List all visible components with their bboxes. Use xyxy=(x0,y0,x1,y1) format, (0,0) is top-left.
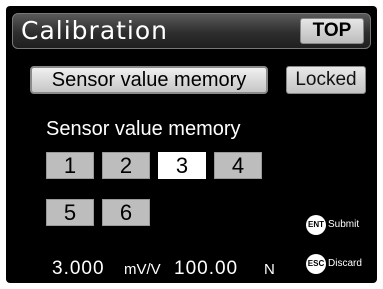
memory-slot-3[interactable]: 3 xyxy=(158,152,206,179)
force-value: 100.00 xyxy=(174,258,239,279)
memory-slot-2[interactable]: 2 xyxy=(102,152,150,179)
memory-slot-1[interactable]: 1 xyxy=(46,152,94,179)
memory-slot-4[interactable]: 4 xyxy=(214,152,262,179)
sensor-value-memory-button[interactable]: Sensor value memory xyxy=(30,66,268,94)
top-button[interactable]: TOP xyxy=(300,18,364,44)
page-title: Calibration xyxy=(21,16,169,45)
esc-key-icon[interactable]: ESC xyxy=(306,254,326,274)
submit-label: Submit xyxy=(328,219,360,230)
force-unit: N xyxy=(264,261,275,278)
memory-section-label: Sensor value memory xyxy=(46,118,241,140)
lock-status: Locked xyxy=(286,66,366,94)
title-bar: Calibration TOP xyxy=(12,13,371,49)
memory-slot-6[interactable]: 6 xyxy=(102,199,150,226)
discard-label: Discard xyxy=(328,258,362,269)
device-screen: Calibration TOP Sensor value memory Lock… xyxy=(6,6,377,283)
ent-key-icon[interactable]: ENT xyxy=(306,215,326,235)
sensitivity-unit: mV/V xyxy=(124,261,161,278)
memory-slot-5[interactable]: 5 xyxy=(46,199,94,226)
sensitivity-value: 3.000 xyxy=(52,258,105,279)
